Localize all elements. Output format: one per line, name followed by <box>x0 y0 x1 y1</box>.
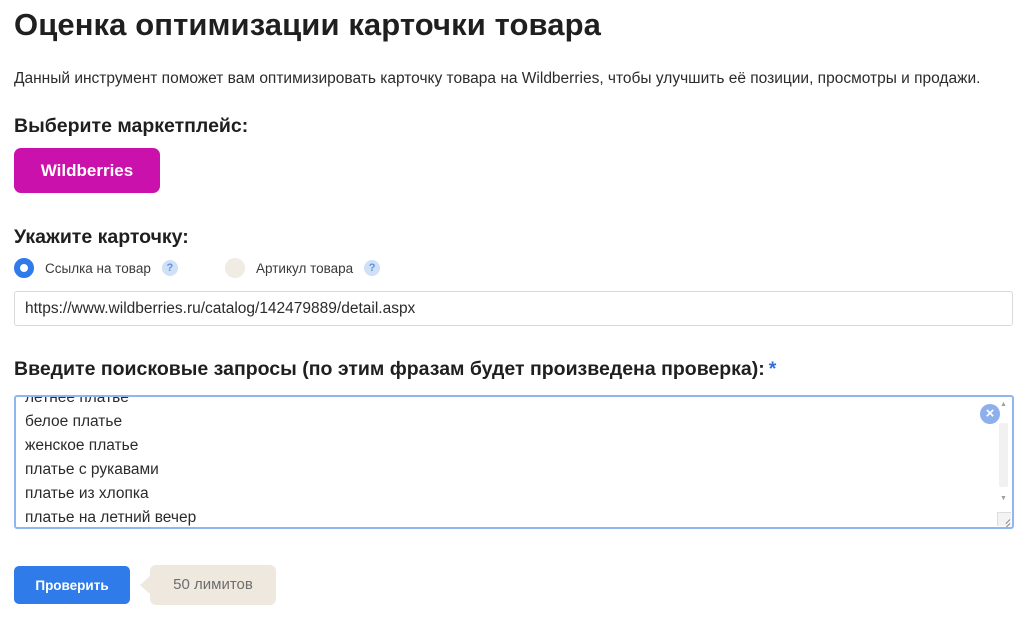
queries-heading: Введите поисковые запросы (по этим фраза… <box>14 356 776 382</box>
query-line: платье с рукавами <box>25 461 159 478</box>
query-line: платье из хлопка <box>25 485 149 502</box>
marketplace-wildberries-button[interactable]: Wildberries <box>14 148 160 193</box>
product-url-input[interactable] <box>14 291 1013 326</box>
scroll-up-icon[interactable]: ▲ <box>998 401 1009 409</box>
query-line: платье на летний вечер <box>25 509 197 526</box>
resize-handle-icon[interactable] <box>997 512 1011 526</box>
query-line: белое платье <box>25 413 123 430</box>
card-heading: Укажите карточку: <box>14 226 189 248</box>
question-icon[interactable]: ? <box>161 260 178 276</box>
radio-option-link[interactable]: Ссылка на товар ? <box>14 257 178 279</box>
question-icon[interactable]: ? <box>364 260 381 276</box>
radio-button-checked[interactable] <box>14 258 34 278</box>
search-queries-textarea[interactable]: летнее платье белое платье женское плать… <box>14 395 1014 529</box>
check-button[interactable]: Проверить <box>14 566 130 604</box>
close-circle-icon[interactable]: × <box>980 404 1000 424</box>
card-type-radio-group: Ссылка на товар ? Артикул товара ? <box>14 257 414 279</box>
radio-label-link: Ссылка на товар <box>45 260 151 276</box>
marketplace-heading: Выберите маркетплейс: <box>14 115 249 137</box>
query-line: летнее платье <box>25 395 129 406</box>
scroll-down-icon[interactable]: ▼ <box>998 495 1009 503</box>
queries-heading-text: Введите поисковые запросы (по этим фраза… <box>14 358 765 380</box>
limits-badge: 50 лимитов <box>140 565 276 605</box>
queries-list: летнее платье белое платье женское плать… <box>25 395 197 527</box>
scrollbar-thumb[interactable] <box>999 423 1008 487</box>
required-mark: * <box>768 358 777 380</box>
radio-label-article: Артикул товара <box>256 260 354 276</box>
query-line: женское платье <box>25 437 139 454</box>
intro-text: Данный инструмент поможет вам оптимизиро… <box>14 70 981 87</box>
page-title: Оценка оптимизации карточки товара <box>14 7 601 42</box>
radio-button-unchecked[interactable] <box>225 258 245 278</box>
textarea-scrollbar[interactable]: ▲ ▼ <box>998 399 1009 525</box>
radio-option-article[interactable]: Артикул товара ? <box>225 257 381 279</box>
